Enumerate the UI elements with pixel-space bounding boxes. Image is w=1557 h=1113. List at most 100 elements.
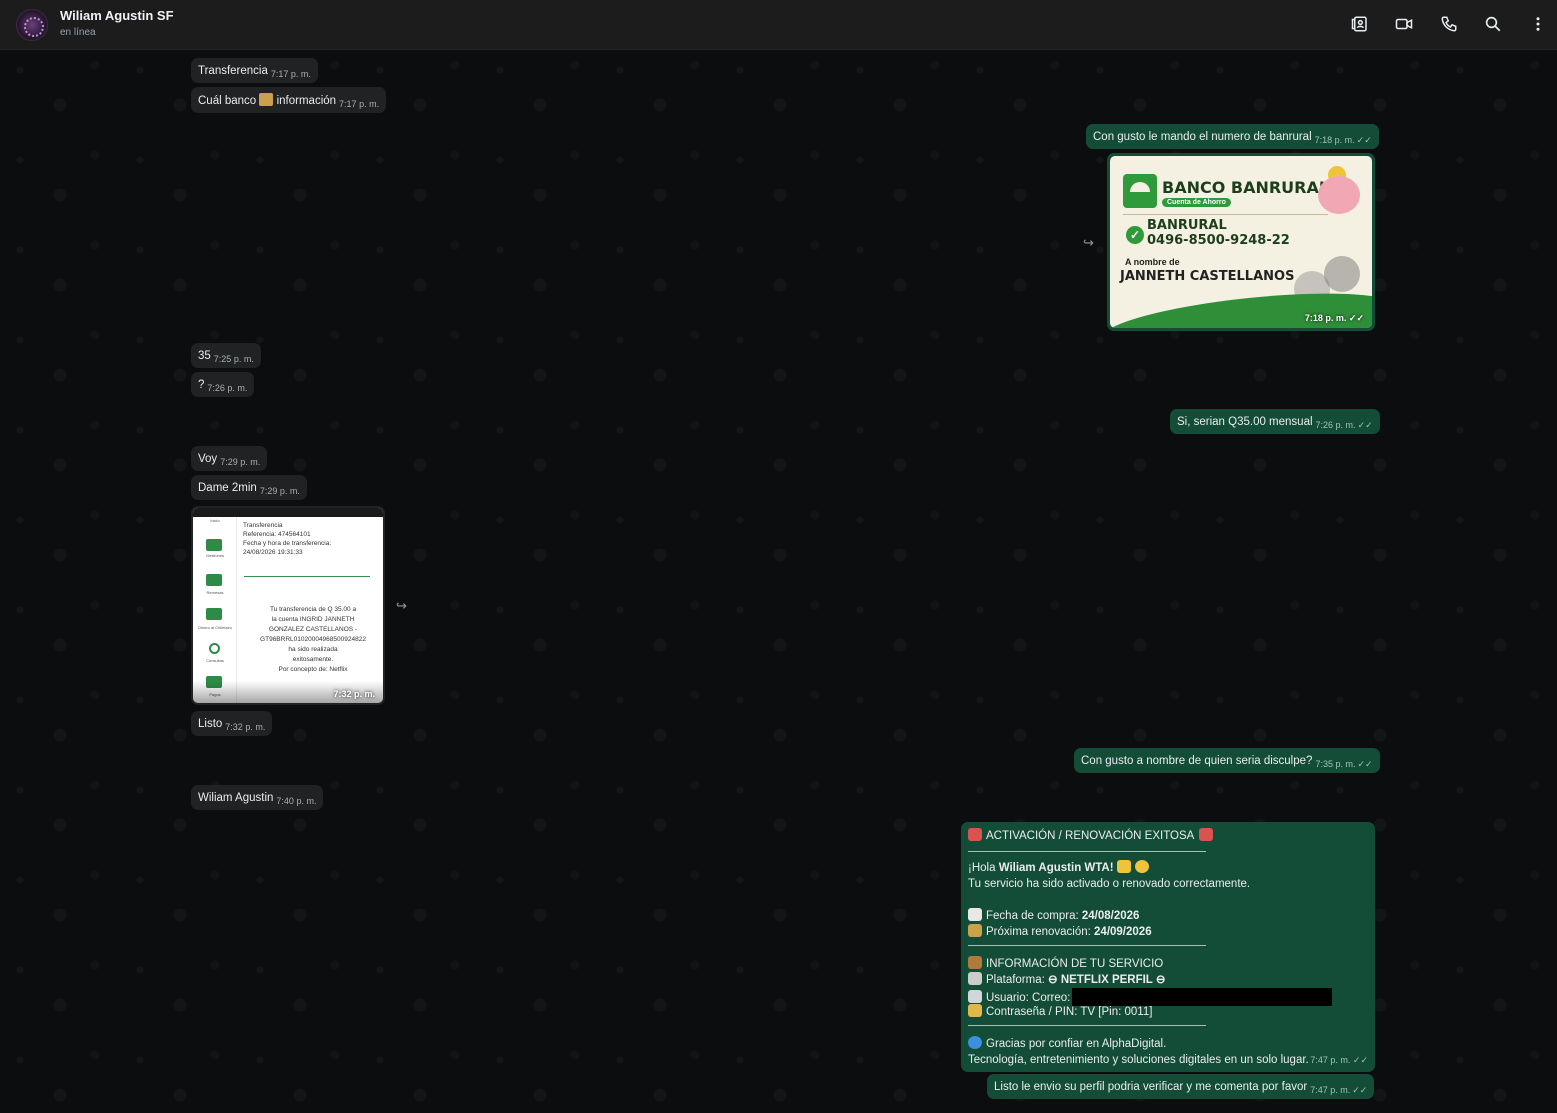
activation-title: ACTIVACIÓN / RENOVACIÓN EXITOSA xyxy=(986,830,1194,842)
message-time: 7:26 p. m. xyxy=(1315,420,1356,430)
contact-card-icon[interactable] xyxy=(1349,13,1371,35)
thanks-text: Gracias por confiar en AlphaDigital. xyxy=(986,1038,1167,1050)
transfer-body: exitosamente. xyxy=(292,656,334,663)
divider xyxy=(968,1020,1206,1026)
activation-title-line: ACTIVACIÓN / RENOVACIÓN EXITOSA xyxy=(968,828,1368,844)
app-sidebar: Inicio Gestiones Remesas Dinero al Chile… xyxy=(193,517,237,703)
message-text: Con gusto le mando el numero de banrural xyxy=(1093,131,1312,143)
greeting-name: Wiliam Agustin WTA! xyxy=(998,862,1114,874)
transfer-body: la cuenta INGRID JANNETH xyxy=(271,616,355,623)
contact-avatar[interactable] xyxy=(16,9,48,41)
message-time: 7:18 p. m. xyxy=(1314,135,1355,145)
side-label: Inicio xyxy=(210,518,220,523)
image-message-transfer[interactable]: Inicio Gestiones Remesas Dinero al Chile… xyxy=(191,506,385,705)
transfer-body: GONZALEZ CASTELLANOS - xyxy=(268,626,358,633)
phone-icon[interactable] xyxy=(1438,13,1460,35)
message-time: 7:29 p. m. xyxy=(259,486,300,496)
transfer-body: Por concepto de: Netflix xyxy=(278,666,348,673)
banrural-logo xyxy=(1123,174,1157,208)
message-in[interactable]: Transferencia 7:17 p. m. xyxy=(191,58,318,83)
message-text: Voy xyxy=(198,453,218,465)
platform-label: Plataforma: xyxy=(986,974,1048,986)
side-label: Dinero al Chiletazo xyxy=(198,625,232,630)
message-time: 7:26 p. m. xyxy=(207,383,248,393)
greeting-line: ¡Hola Wiliam Agustin WTA! xyxy=(968,860,1368,876)
image-topbar xyxy=(193,508,383,517)
message-in[interactable]: 35 7:25 p. m. xyxy=(191,343,261,368)
piggy-bank-icon xyxy=(1318,176,1360,214)
message-in[interactable]: Voy 7:29 p. m. xyxy=(191,446,268,471)
message-text: Wiliam Agustin xyxy=(198,792,274,804)
search-icon[interactable] xyxy=(1482,13,1504,35)
message-time: 7:29 p. m. xyxy=(220,457,261,467)
info-title: INFORMACIÓN DE TU SERVICIO xyxy=(986,958,1164,970)
more-options-icon[interactable] xyxy=(1527,13,1549,35)
message-in[interactable]: Dame 2min 7:29 p. m. xyxy=(191,475,307,500)
message-out[interactable]: Con gusto le mando el numero de banrural… xyxy=(1086,124,1379,149)
message-in[interactable]: Cuál banco información 7:17 p. m. xyxy=(191,87,387,113)
blue-heart-icon xyxy=(968,1036,982,1049)
contact-name[interactable]: Wiliam Agustin SF xyxy=(60,8,174,23)
message-time: 7:47 p. m. xyxy=(1310,1085,1351,1095)
contact-status: en línea xyxy=(60,27,96,38)
message-time: 7:47 p. m. ✓✓ xyxy=(1310,1055,1368,1065)
watermark-seal xyxy=(1324,256,1360,292)
hourglass-icon xyxy=(968,924,982,937)
message-out-activation[interactable]: ACTIVACIÓN / RENOVACIÓN EXITOSA ¡Hola Wi… xyxy=(961,822,1375,1072)
package-icon xyxy=(968,956,982,969)
message-out[interactable]: Si, serian Q35.00 mensual 7:26 p. m. ✓✓ xyxy=(1170,409,1380,434)
image-message-bank[interactable]: BANCO BANRURAL Cuenta de Ahorro ✓ BANRUR… xyxy=(1107,153,1375,331)
divider xyxy=(1123,214,1328,215)
tagline-text: Tecnología, entretenimiento y soluciones… xyxy=(968,1054,1309,1066)
message-in[interactable]: Listo 7:32 p. m. xyxy=(191,711,273,736)
side-label: Gestiones xyxy=(205,553,224,558)
divider xyxy=(244,576,370,577)
renewal-label: Próxima renovación: xyxy=(986,926,1095,938)
remittance-icon xyxy=(206,574,222,586)
message-text: 35 xyxy=(198,350,211,362)
forward-icon[interactable]: ↪ xyxy=(1083,235,1099,250)
message-time: 7:35 p. m. xyxy=(1315,759,1356,769)
message-text: Con gusto a nombre de quien seria discul… xyxy=(1081,755,1313,767)
message-out[interactable]: Con gusto a nombre de quien seria discul… xyxy=(1074,748,1380,773)
email-icon xyxy=(968,990,982,1003)
forward-icon[interactable]: ↪ xyxy=(396,598,412,613)
read-ticks-icon: ✓✓ xyxy=(1357,759,1373,769)
bank-account: 0496-8500-9248-22 xyxy=(1147,233,1290,248)
divider xyxy=(968,844,1206,852)
purchase-label: Fecha de compra: xyxy=(986,910,1082,922)
message-in[interactable]: Wiliam Agustin 7:40 p. m. xyxy=(191,785,324,810)
purchase-line: Fecha de compra: 24/08/2026 xyxy=(968,908,1368,924)
smile-icon xyxy=(1134,860,1149,873)
holder-name: JANNETH CASTELLANOS xyxy=(1120,269,1295,284)
lock-icon xyxy=(968,1004,982,1017)
renewal-line: Próxima renovación: 24/09/2026 xyxy=(968,924,1368,940)
cash-icon xyxy=(206,608,222,620)
transfer-image[interactable]: Inicio Gestiones Remesas Dinero al Chile… xyxy=(193,508,383,703)
message-text: Listo xyxy=(198,718,223,730)
management-icon xyxy=(206,539,222,551)
bank-image[interactable]: BANCO BANRURAL Cuenta de Ahorro ✓ BANRUR… xyxy=(1110,156,1372,328)
message-time: 7:18 p. m. ✓✓ xyxy=(1304,313,1364,323)
bank-title: BANCO BANRURAL xyxy=(1162,178,1330,197)
message-time: 7:40 p. m. xyxy=(276,796,317,806)
ticket-icon xyxy=(968,828,982,841)
message-in[interactable]: ? 7:26 p. m. xyxy=(191,372,255,397)
message-text: Dame 2min xyxy=(198,482,257,494)
bank-subtitle: Cuenta de Ahorro xyxy=(1162,198,1231,207)
thanks-line: Gracias por confiar en AlphaDigital. xyxy=(968,1036,1368,1052)
side-label: Remesas xyxy=(206,590,224,595)
read-ticks-icon: ✓✓ xyxy=(1356,135,1372,145)
ticket-icon xyxy=(1198,828,1213,841)
search-icon xyxy=(209,643,220,654)
message-text: información xyxy=(276,95,337,107)
video-call-icon[interactable] xyxy=(1393,13,1415,35)
user-label: Usuario: Correo: xyxy=(986,992,1071,1004)
transfer-body: Tu transferencia de Q 35.00 a xyxy=(269,606,357,613)
bank-name: BANRURAL xyxy=(1147,218,1227,233)
message-text: Listo le envio su perfil podria verifica… xyxy=(994,1081,1308,1093)
message-text: ? xyxy=(198,379,205,391)
message-text: Si, serian Q35.00 mensual xyxy=(1177,416,1313,428)
message-out[interactable]: Listo le envio su perfil podria verifica… xyxy=(987,1074,1375,1099)
